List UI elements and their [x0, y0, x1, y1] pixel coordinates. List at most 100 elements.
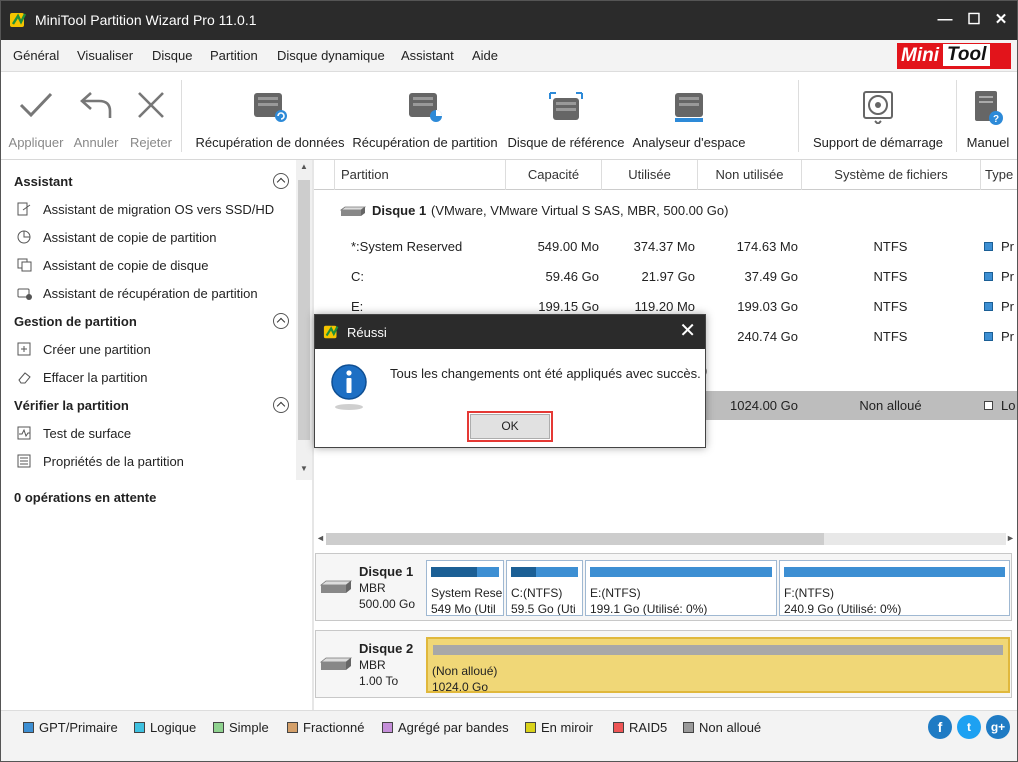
sidebar-scrollbar[interactable]: ▲ ▼ — [296, 160, 312, 480]
scroll-thumb[interactable] — [326, 533, 824, 545]
cell-type-label: Lo — [1001, 398, 1016, 413]
col-capacity[interactable]: Capacité — [505, 160, 601, 190]
partition-block-e[interactable]: E:(NTFS) 199.1 Go (Utilisé: 0%) — [585, 560, 777, 616]
cell-type: Pr — [984, 239, 1014, 254]
bootable-media-button[interactable]: Support de démarrage — [807, 72, 949, 160]
twitter-icon[interactable]: t — [957, 715, 981, 739]
google-plus-icon[interactable]: g+ — [986, 715, 1010, 739]
discard-button[interactable]: Rejeter — [125, 72, 177, 160]
menu-dynamic-disk[interactable]: Disque dynamique — [277, 48, 385, 63]
partition-recovery-button[interactable]: Récupération de partition — [349, 72, 501, 160]
cell-type: Lo — [984, 398, 1015, 413]
cell-unused: 174.63 Mo — [736, 239, 798, 254]
facebook-icon[interactable]: f — [928, 715, 952, 739]
app-logo-icon — [323, 325, 339, 339]
close-x-icon — [138, 92, 164, 118]
undo-button[interactable]: Annuler — [69, 72, 123, 160]
eraser-icon — [18, 372, 31, 384]
cell-unused: 37.49 Go — [744, 269, 799, 284]
sidebar-item-recover-partition[interactable]: Assistant de récupération de partition — [17, 286, 258, 301]
recover-partition-icon — [17, 288, 32, 300]
benchmark-button[interactable]: Disque de référence — [505, 72, 627, 160]
disk2-size: 1.00 To — [359, 674, 399, 688]
col-type[interactable]: Type — [980, 160, 1017, 190]
scroll-down-icon[interactable]: ▼ — [299, 464, 309, 473]
legend-label: Simple — [229, 720, 269, 735]
disk1-header-row[interactable]: Disque 1 (VMware, VMware Virtual S SAS, … — [314, 200, 1017, 222]
data-recovery-icon — [254, 93, 287, 122]
menu-view[interactable]: Visualiser — [77, 48, 133, 63]
data-recovery-label: Récupération de données — [195, 135, 345, 150]
legend-swatch — [683, 722, 694, 733]
partition-block-f[interactable]: F:(NTFS) 240.9 Go (Utilisé: 0%) — [779, 560, 1010, 616]
menu-help[interactable]: Aide — [472, 48, 498, 63]
sidebar-item-partition-properties[interactable]: Propriétés de la partition — [17, 454, 184, 469]
collapse-wizard-icon[interactable] — [273, 173, 289, 189]
sidebar-item-copy-partition[interactable]: Assistant de copie de partition — [17, 230, 216, 245]
sidebar-scroll-thumb[interactable] — [298, 180, 310, 440]
legend-swatch — [134, 722, 145, 733]
partition-label: C:(NTFS) — [511, 586, 563, 600]
scroll-left-icon[interactable]: ◄ — [316, 533, 325, 543]
space-analyzer-button[interactable]: Analyseur d'espace — [629, 72, 749, 160]
partition-label: E:(NTFS) — [590, 586, 641, 600]
apply-button[interactable]: Appliquer — [5, 72, 67, 160]
usage-bar — [431, 567, 499, 577]
table-row[interactable]: *:System Reserved 549.00 Mo 374.37 Mo 17… — [314, 236, 1017, 258]
col-filesystem[interactable]: Système de fichiers — [801, 160, 980, 190]
col-used[interactable]: Utilisée — [601, 160, 697, 190]
partition-size: 549 Mo (Util — [431, 602, 496, 616]
toolbar-separator — [181, 80, 182, 152]
create-partition-icon — [17, 342, 31, 356]
disk1-size: 500.00 Go — [359, 597, 416, 611]
success-dialog: Réussi ✕ Tous les changements ont été ap… — [314, 314, 706, 448]
ok-button[interactable]: OK — [467, 411, 553, 442]
data-recovery-button[interactable]: Récupération de données — [193, 72, 347, 160]
disk1-map[interactable]: Disque 1 MBR 500.00 Go System Rese 549 M… — [315, 553, 1012, 621]
menu-wizard[interactable]: Assistant — [401, 48, 454, 63]
toolbar-separator — [956, 80, 957, 152]
apply-label: Appliquer — [8, 135, 64, 150]
cell-partition: *:System Reserved — [351, 239, 463, 254]
partition-block-system-reserved[interactable]: System Rese 549 Mo (Util — [426, 560, 504, 616]
table-horizontal-scrollbar[interactable]: ◄ ► — [314, 531, 1017, 547]
disk2-map[interactable]: Disque 2 MBR 1.00 To (Non alloué) 1024.0… — [315, 630, 1012, 698]
menu-general[interactable]: Général — [13, 48, 59, 63]
sidebar-item-migrate-os[interactable]: Assistant de migration OS vers SSD/HD — [17, 202, 274, 217]
col-unused[interactable]: Non utilisée — [697, 160, 801, 190]
cell-type-label: Pr — [1001, 239, 1014, 254]
dialog-close-button[interactable]: ✕ — [679, 321, 696, 341]
primary-type-icon — [984, 272, 993, 281]
table-row[interactable]: C: 59.46 Go 21.97 Go 37.49 Go NTFS Pr — [314, 266, 1017, 288]
sidebar-item-create-partition[interactable]: Créer une partition — [17, 342, 151, 357]
cell-capacity: 199.15 Go — [538, 299, 599, 314]
primary-type-icon — [984, 302, 993, 311]
close-button[interactable]: ✕ — [991, 10, 1011, 30]
legend-swatch — [525, 722, 536, 733]
menu-disk[interactable]: Disque — [152, 48, 192, 63]
brand-mini-text: Mini — [901, 45, 939, 66]
sidebar-item-copy-disk[interactable]: Assistant de copie de disque — [17, 258, 209, 273]
partition-block-unallocated[interactable]: (Non alloué) 1024.0 Go — [426, 637, 1010, 693]
minimize-button[interactable]: — — [935, 10, 955, 30]
col-partition[interactable]: Partition — [334, 160, 505, 190]
maximize-button[interactable]: ☐ — [964, 10, 984, 30]
sidebar-item-label: Assistant de migration OS vers SSD/HD — [43, 202, 275, 217]
partition-recovery-icon — [409, 93, 442, 122]
cell-capacity: 549.00 Mo — [537, 239, 599, 254]
section-title-partition-management: Gestion de partition — [14, 314, 137, 329]
sidebar-item-surface-test[interactable]: Test de surface — [17, 426, 131, 441]
scroll-up-icon[interactable]: ▲ — [299, 162, 309, 171]
partition-size: 199.1 Go (Utilisé: 0%) — [590, 602, 708, 616]
migrate-icon — [17, 202, 31, 216]
collapse-check-icon[interactable] — [273, 397, 289, 413]
collapse-partition-icon[interactable] — [273, 313, 289, 329]
scroll-right-icon[interactable]: ► — [1006, 533, 1015, 543]
partition-block-c[interactable]: C:(NTFS) 59.5 Go (Uti — [506, 560, 583, 616]
undo-label: Annuler — [73, 135, 119, 150]
sidebar-item-wipe-partition[interactable]: Effacer la partition — [17, 370, 148, 385]
dialog-message: Tous les changements ont été appliqués a… — [390, 366, 701, 381]
legend-striped: Agrégé par bandes — [382, 720, 509, 735]
menu-partition[interactable]: Partition — [210, 48, 258, 63]
manual-button[interactable]: ? Manuel — [961, 72, 1015, 160]
